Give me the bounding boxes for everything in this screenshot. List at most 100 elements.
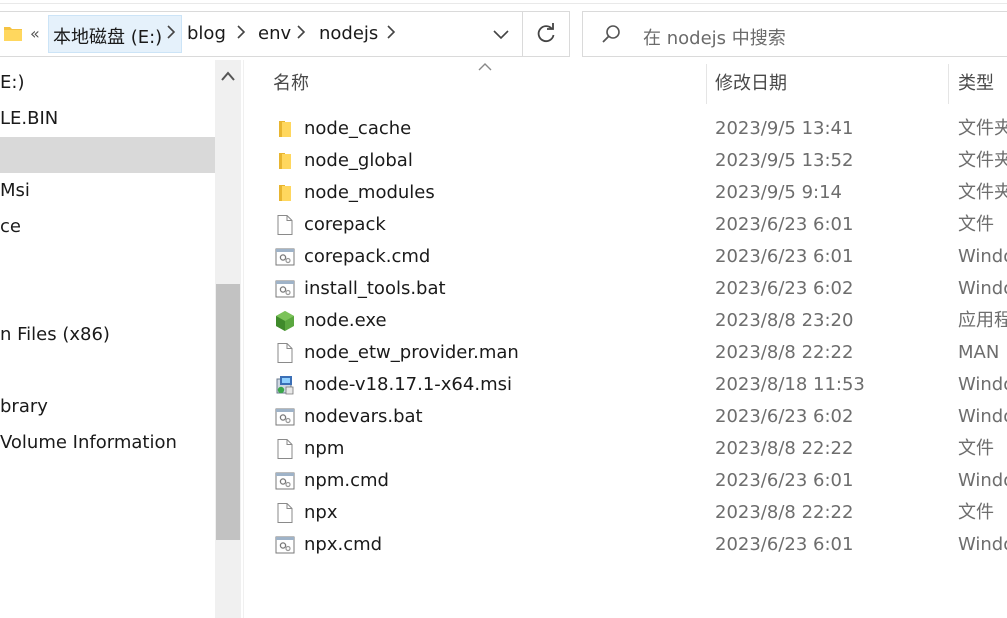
file-type: Windo	[958, 534, 1007, 555]
file-name[interactable]: node-v18.17.1-x64.msi	[304, 369, 512, 401]
chevron-up-icon[interactable]	[221, 70, 235, 82]
breadcrumb-drive[interactable]: 本地磁盘 (E:)	[53, 23, 162, 49]
nav-item-label: n Files (x86)	[0, 324, 110, 345]
column-header-date[interactable]: 修改日期	[715, 64, 787, 104]
file-name[interactable]: npm.cmd	[304, 465, 389, 497]
pane-divider	[243, 60, 244, 618]
nav-item-label: Volume Information	[0, 432, 177, 453]
batch-file-icon	[274, 278, 296, 300]
file-name[interactable]: npx.cmd	[304, 529, 382, 561]
file-date: 2023/9/5 13:41	[715, 118, 854, 139]
msi-installer-icon	[274, 374, 296, 396]
file-row[interactable]: node_etw_provider.man 2023/8/8 22:22 MAN	[262, 337, 1007, 369]
search-icon	[602, 25, 620, 43]
file-date: 2023/8/8 22:22	[715, 342, 854, 363]
file-name[interactable]: node.exe	[304, 305, 387, 337]
scrollbar-thumb[interactable]	[216, 284, 240, 540]
nav-item-blank-3[interactable]	[0, 353, 215, 389]
nav-scrollbar[interactable]	[215, 60, 241, 618]
nav-item-label: brary	[0, 396, 48, 417]
nav-item-bin[interactable]: LE.BIN	[0, 101, 215, 137]
navigation-pane[interactable]: E:) LE.BIN Msi ce n Files (x86) brary Vo…	[0, 60, 215, 618]
column-separator[interactable]	[706, 64, 707, 104]
nav-item-drive[interactable]: E:)	[0, 65, 215, 101]
file-row[interactable]: npm.cmd 2023/6/23 6:01 Windo	[262, 465, 1007, 497]
file-row[interactable]: npm 2023/8/8 22:22 文件	[262, 433, 1007, 465]
file-name[interactable]: npm	[304, 433, 344, 465]
file-row[interactable]: node-v18.17.1-x64.msi 2023/8/18 11:53 Wind…	[262, 369, 1007, 401]
file-icon	[274, 438, 296, 460]
nav-item-program-files-x86[interactable]: n Files (x86)	[0, 317, 215, 353]
breadcrumb-env[interactable]: env	[258, 23, 291, 44]
file-row[interactable]: node_cache 2023/9/5 13:41 文件夹	[262, 113, 1007, 145]
file-name[interactable]: npx	[304, 497, 338, 529]
nav-item-selected[interactable]	[0, 137, 215, 173]
file-type: 文件夹	[958, 182, 1007, 203]
breadcrumb-blog[interactable]: blog	[187, 23, 226, 44]
column-separator[interactable]	[948, 64, 949, 104]
file-name[interactable]: corepack.cmd	[304, 241, 430, 273]
nav-item-label: Msi	[0, 180, 30, 201]
file-date: 2023/6/23 6:01	[715, 214, 854, 235]
nav-item-system-volume-information[interactable]: Volume Information	[0, 425, 215, 461]
chevron-right-icon[interactable]	[236, 24, 246, 40]
search-box[interactable]: 在 nodejs 中搜索	[582, 11, 1007, 57]
chevron-right-icon[interactable]	[386, 24, 396, 40]
nav-item-ce[interactable]: ce	[0, 209, 215, 245]
file-date: 2023/6/23 6:01	[715, 534, 854, 555]
breadcrumb-overflow-button[interactable]: «	[30, 24, 40, 43]
window-top-edge	[0, 0, 1007, 4]
file-date: 2023/8/8 22:22	[715, 502, 854, 523]
file-date: 2023/8/8 23:20	[715, 310, 854, 331]
sort-ascending-icon	[478, 63, 492, 71]
file-row[interactable]: node.exe 2023/8/8 23:20 应用程	[262, 305, 1007, 337]
file-name[interactable]: install_tools.bat	[304, 273, 446, 305]
file-type: 文件夹	[958, 118, 1007, 139]
column-header-name[interactable]: 名称	[273, 64, 309, 104]
nav-item-blank-2[interactable]	[0, 281, 215, 317]
file-name[interactable]: node_modules	[304, 177, 435, 209]
file-row[interactable]: node_global 2023/9/5 13:52 文件夹	[262, 145, 1007, 177]
nav-item-library[interactable]: brary	[0, 389, 215, 425]
file-type: 文件	[958, 214, 994, 235]
refresh-icon[interactable]	[535, 23, 557, 45]
batch-file-icon	[274, 406, 296, 428]
address-bar[interactable]: « 本地磁盘 (E:) blog env nodejs	[0, 11, 570, 57]
search-input[interactable]: 在 nodejs 中搜索	[643, 24, 786, 50]
file-row[interactable]: install_tools.bat 2023/6/23 6:02 Windo	[262, 273, 1007, 305]
chevron-right-icon[interactable]	[296, 24, 306, 40]
file-name[interactable]: corepack	[304, 209, 386, 241]
file-type: Windo	[958, 278, 1007, 299]
column-header-type[interactable]: 类型	[958, 64, 994, 104]
file-icon	[274, 214, 296, 236]
nav-item-blank-1[interactable]	[0, 245, 215, 281]
chevron-down-icon[interactable]	[492, 27, 510, 41]
file-row[interactable]: npx 2023/8/8 22:22 文件	[262, 497, 1007, 529]
batch-file-icon	[274, 534, 296, 556]
file-date: 2023/9/5 9:14	[715, 182, 842, 203]
file-type: 文件	[958, 438, 994, 459]
node-exe-icon	[274, 310, 296, 332]
file-icon	[274, 502, 296, 524]
file-name[interactable]: nodevars.bat	[304, 401, 423, 433]
file-date: 2023/9/5 13:52	[715, 150, 854, 171]
file-name[interactable]: node_cache	[304, 113, 411, 145]
file-row[interactable]: corepack 2023/6/23 6:01 文件	[262, 209, 1007, 241]
file-date: 2023/6/23 6:02	[715, 278, 854, 299]
file-date: 2023/8/8 22:22	[715, 438, 854, 459]
file-name[interactable]: node_global	[304, 145, 413, 177]
file-row[interactable]: node_modules 2023/9/5 9:14 文件夹	[262, 177, 1007, 209]
file-row[interactable]: npx.cmd 2023/6/23 6:01 Windo	[262, 529, 1007, 561]
file-icon	[274, 342, 296, 364]
breadcrumb-nodejs[interactable]: nodejs	[319, 23, 378, 44]
nav-item-msi[interactable]: Msi	[0, 173, 215, 209]
file-type: 文件	[958, 502, 994, 523]
folder-icon	[274, 150, 296, 172]
file-row[interactable]: nodevars.bat 2023/6/23 6:02 Windo	[262, 401, 1007, 433]
chevron-right-icon[interactable]	[166, 24, 176, 40]
file-type: 应用程	[958, 310, 1007, 331]
file-type: Windo	[958, 406, 1007, 427]
file-date: 2023/6/23 6:01	[715, 246, 854, 267]
file-row[interactable]: corepack.cmd 2023/6/23 6:01 Windo	[262, 241, 1007, 273]
file-name[interactable]: node_etw_provider.man	[304, 337, 519, 369]
